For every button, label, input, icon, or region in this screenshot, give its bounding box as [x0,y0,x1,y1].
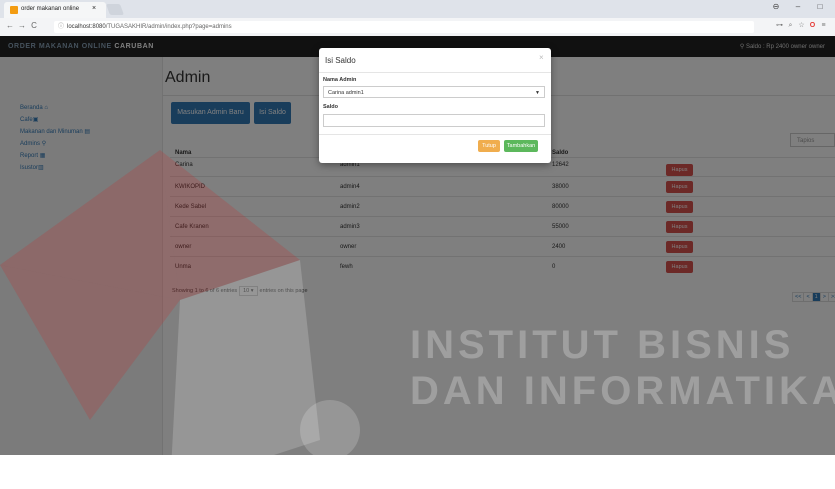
window-controls: ⊖ – □ [765,2,831,11]
bottom-area [0,455,835,489]
browser-extensions: ⊶ ⌕ ☆ O ≡ [774,21,829,30]
url-field[interactable]: ⓘ localhost:8080/TUGASAKHIR/admin/index.p… [54,21,754,33]
url-path: /TUGASAKHIR/admin/index.php?page=admins [105,24,232,30]
key-icon[interactable]: ⊶ [774,21,785,29]
tab-close-icon[interactable]: × [92,5,96,12]
maximize-icon[interactable]: □ [809,2,831,11]
zoom-icon[interactable]: ⌕ [785,22,796,30]
forward-icon[interactable]: → [16,21,28,30]
url-host: localhost:8080 [67,24,106,30]
profile-icon[interactable]: ⊖ [765,2,787,11]
opera-icon[interactable]: O [807,22,818,29]
select-value: Carina admin1 [328,90,364,96]
tambahkan-button[interactable]: Tambahkan [504,140,538,152]
browser-nav: ← → C [4,21,40,30]
minimize-icon[interactable]: – [787,2,809,11]
watermark-line2: DAN INFORMATIKA [410,369,835,413]
close-icon[interactable]: × [539,53,544,62]
info-icon: ⓘ [58,24,65,30]
browser-tab-bar [0,0,835,18]
label-saldo: Saldo [323,104,338,110]
browser-tab[interactable]: order makanan online × [4,2,106,18]
isi-saldo-modal: Isi Saldo × Nama Admin Carina admin1 ▼ S… [319,48,551,163]
back-icon[interactable]: ← [4,21,16,30]
watermark-text: INSTITUT BISNIS DAN INFORMATIKA [410,322,835,414]
label-nama-admin: Nama Admin [323,77,357,83]
watermark-line1: INSTITUT BISNIS [410,323,795,367]
chevron-down-icon: ▼ [535,90,540,96]
menu-icon[interactable]: ≡ [818,22,829,29]
saldo-input[interactable] [323,114,545,127]
tutup-button[interactable]: Tutup [478,140,500,152]
modal-title: Isi Saldo [325,56,356,65]
refresh-icon[interactable]: C [28,21,40,30]
star-icon[interactable]: ☆ [796,21,807,29]
nama-admin-select[interactable]: Carina admin1 ▼ [323,86,545,98]
divider [319,134,551,135]
divider [319,72,551,73]
tab-title: order makanan online [21,6,80,12]
favicon-icon [10,6,18,14]
